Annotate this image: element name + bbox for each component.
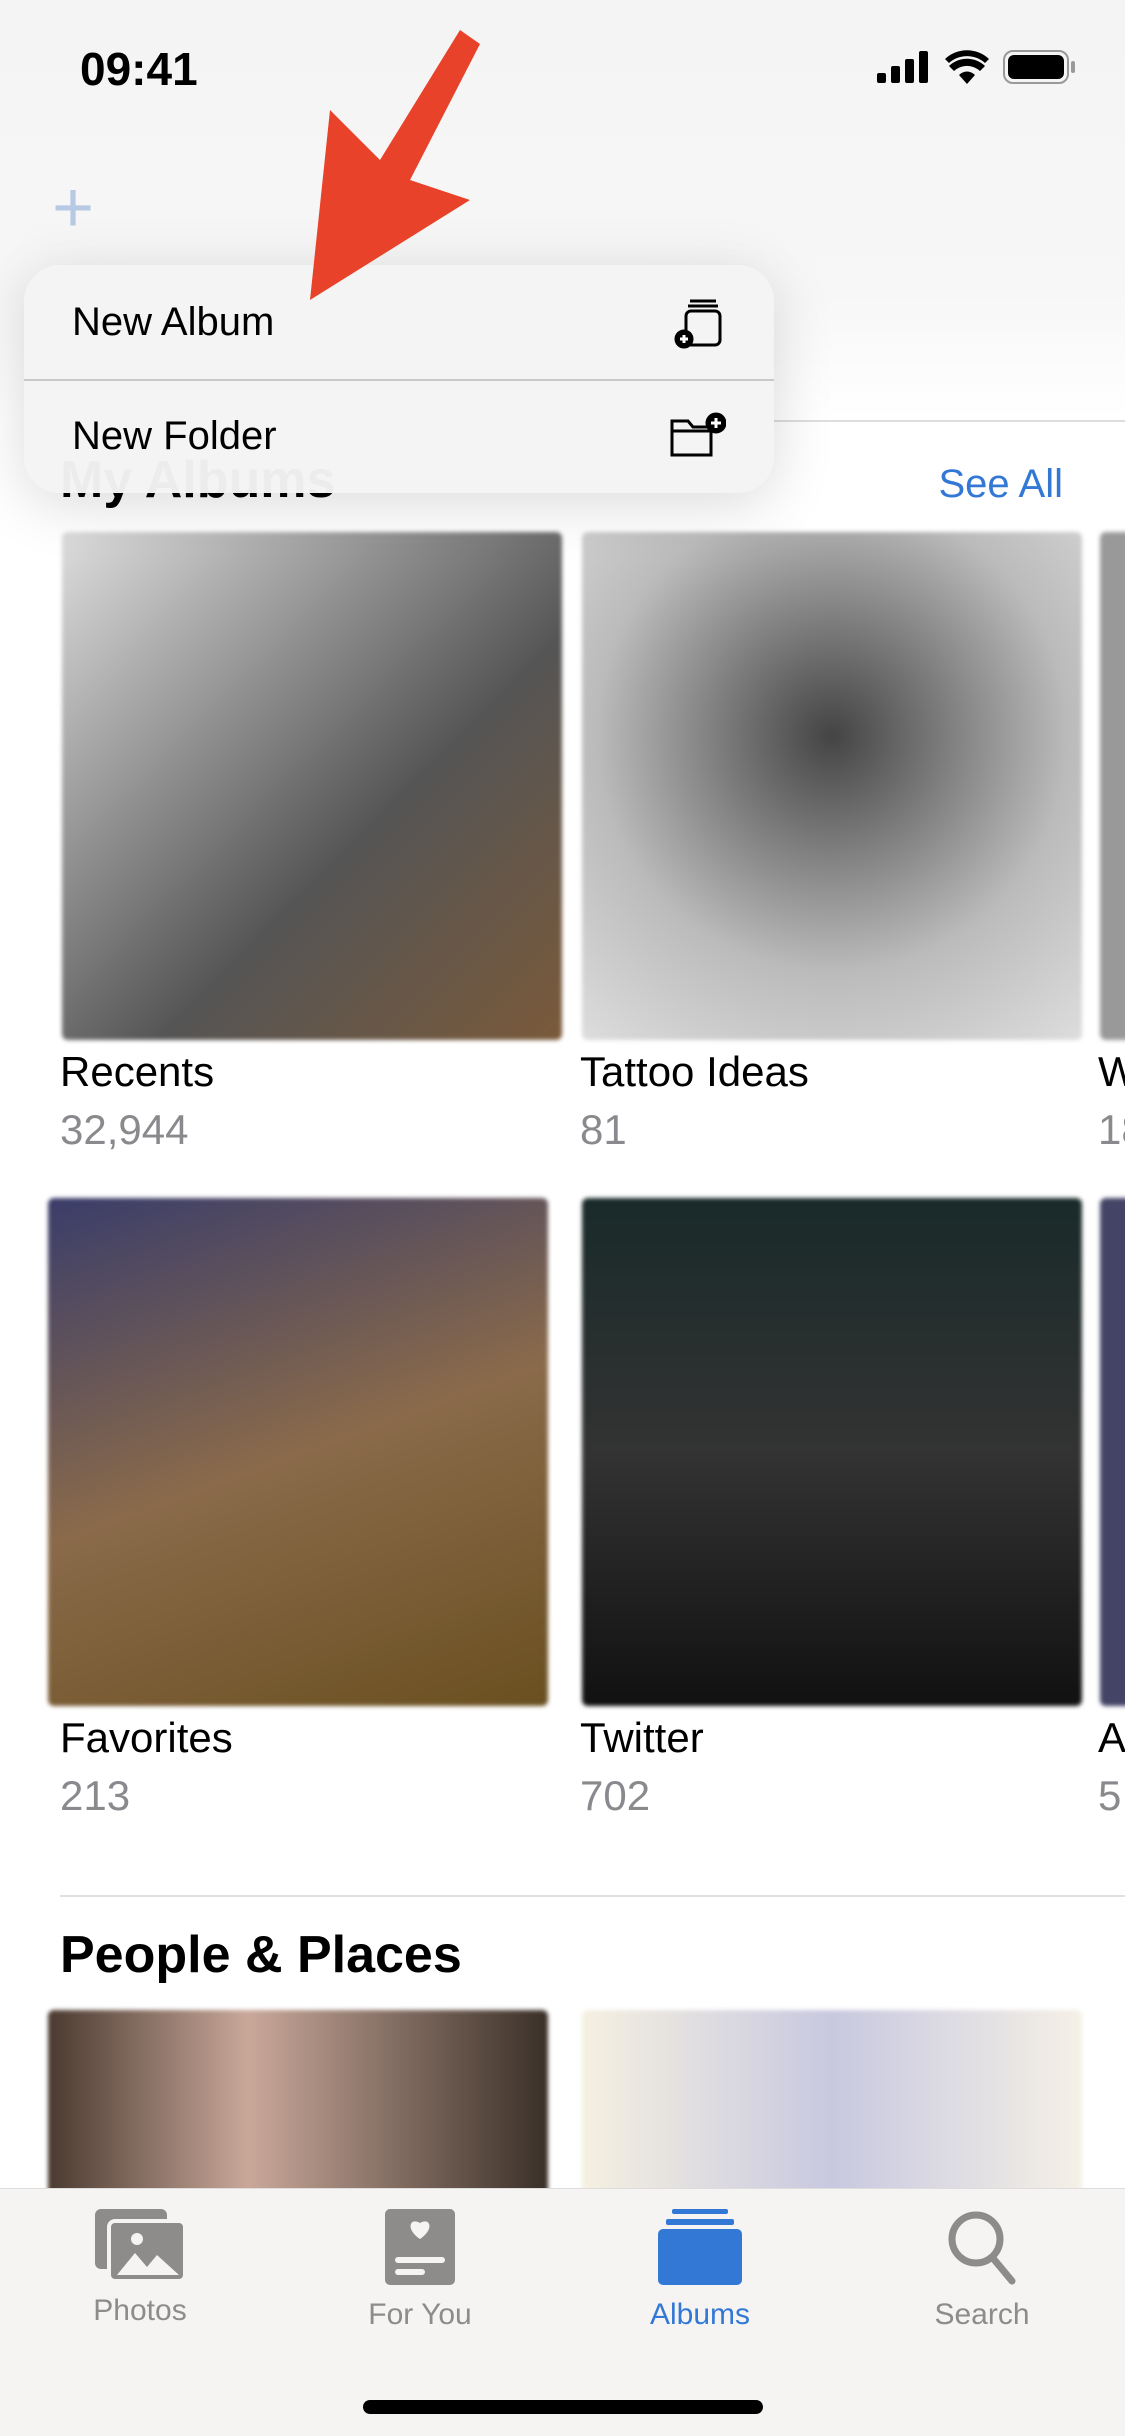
- search-icon: [948, 2211, 1016, 2285]
- menu-item-new-folder[interactable]: New Folder: [24, 379, 774, 493]
- people-thumb[interactable]: [48, 2010, 548, 2200]
- wifi-icon: [945, 50, 989, 84]
- albums-icon: [658, 2209, 742, 2285]
- album-thumb-tattoo[interactable]: [582, 532, 1082, 1040]
- add-button[interactable]: +: [52, 172, 94, 244]
- album-thumb-favorites[interactable]: [48, 1198, 548, 1706]
- menu-label: New Folder: [72, 413, 277, 458]
- new-album-icon: [674, 299, 722, 349]
- see-all-link[interactable]: See All: [938, 462, 1063, 507]
- tab-label: Search: [934, 2298, 1030, 2331]
- album-thumb-recents[interactable]: [62, 532, 562, 1040]
- album-name: Twitter: [580, 1714, 704, 1761]
- status-icons: [877, 50, 1077, 84]
- status-time: 09:41: [80, 43, 198, 95]
- album-count: 18: [1098, 1106, 1125, 1153]
- signal-icon: [877, 51, 928, 83]
- battery-icon: [1003, 50, 1075, 84]
- album-name: Favorites: [60, 1714, 233, 1761]
- people-places-title: People & Places: [60, 1926, 462, 1984]
- new-folder-icon: [670, 412, 726, 457]
- annotation-arrow: [310, 30, 480, 300]
- album-name: A: [1098, 1714, 1125, 1761]
- album-count: 213: [60, 1772, 131, 1819]
- album-name: Recents: [60, 1048, 215, 1095]
- tab-bar: Photos For You Albums Search: [0, 2188, 1125, 2436]
- album-name: W: [1098, 1048, 1125, 1095]
- tab-label: Albums: [649, 2298, 751, 2331]
- album-thumb-twitter[interactable]: [582, 1198, 1082, 1706]
- for-you-icon: [385, 2209, 455, 2285]
- album-name: Tattoo Ideas: [580, 1048, 809, 1095]
- tab-photos[interactable]: Photos: [40, 2209, 240, 2328]
- tab-for-you[interactable]: For You: [320, 2209, 520, 2332]
- album-count: 702: [580, 1772, 651, 1819]
- album-count: 81: [580, 1106, 627, 1153]
- tab-search[interactable]: Search: [882, 2209, 1082, 2332]
- divider: [770, 420, 1125, 422]
- section-divider: [60, 1895, 1125, 1897]
- places-thumb[interactable]: [582, 2010, 1082, 2200]
- album-thumb-w[interactable]: [1100, 532, 1125, 1040]
- tab-label: Photos: [93, 2294, 187, 2327]
- album-count: 32,944: [60, 1106, 189, 1153]
- home-indicator[interactable]: [363, 2400, 763, 2414]
- tab-albums[interactable]: Albums: [600, 2209, 800, 2332]
- album-thumb-a[interactable]: [1100, 1198, 1125, 1706]
- menu-label: New Album: [72, 299, 275, 344]
- album-count: 5: [1098, 1772, 1122, 1819]
- photos-icon: [95, 2209, 187, 2283]
- tab-label: For You: [368, 2298, 472, 2331]
